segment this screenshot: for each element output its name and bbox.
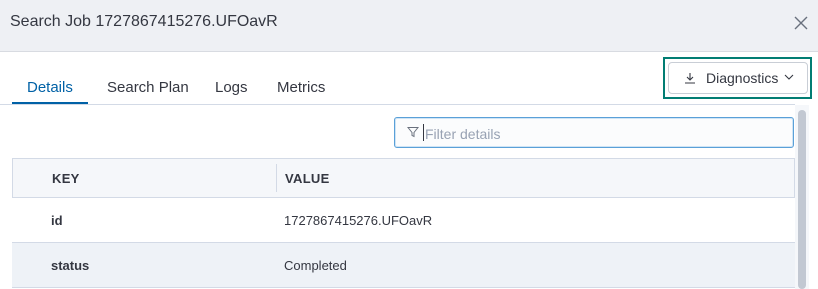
tab-details[interactable]: Details — [27, 78, 73, 104]
column-divider — [276, 164, 277, 192]
column-header-value[interactable]: VALUE — [285, 171, 330, 186]
table-row: id 1727867415276.UFOavR — [12, 198, 795, 243]
tab-logs[interactable]: Logs — [215, 78, 248, 104]
tab-search-plan[interactable]: Search Plan — [107, 78, 189, 104]
tab-metrics[interactable]: Metrics — [277, 78, 325, 104]
page-title: Search Job 1727867415276.UFOavR — [10, 13, 278, 30]
row-key: id — [51, 213, 63, 228]
table-header: KEY VALUE — [12, 158, 795, 198]
diagnostics-label: Diagnostics — [706, 70, 779, 86]
scrollbar-thumb[interactable] — [798, 110, 806, 289]
filter-input[interactable] — [423, 122, 787, 146]
diagnostics-button[interactable]: Diagnostics — [668, 62, 808, 94]
details-table: KEY VALUE id 1727867415276.UFOavR status… — [12, 158, 795, 289]
flyout-header: Search Job 1727867415276.UFOavR — [0, 0, 818, 52]
row-value: 1727867415276.UFOavR — [284, 213, 433, 228]
row-value: Completed — [284, 258, 347, 273]
row-key: status — [51, 258, 90, 273]
download-icon — [685, 73, 695, 84]
filter-field[interactable] — [394, 117, 794, 148]
tabs-divider — [0, 104, 795, 105]
text-cursor — [423, 124, 424, 141]
column-header-key[interactable]: KEY — [52, 171, 80, 186]
close-button[interactable] — [790, 12, 812, 34]
close-icon — [794, 16, 808, 30]
chevron-down-icon — [784, 74, 794, 80]
filter-icon — [407, 127, 419, 138]
tab-bar: Details Search Plan Logs Metrics — [0, 78, 340, 104]
table-row: status Completed — [12, 243, 795, 288]
